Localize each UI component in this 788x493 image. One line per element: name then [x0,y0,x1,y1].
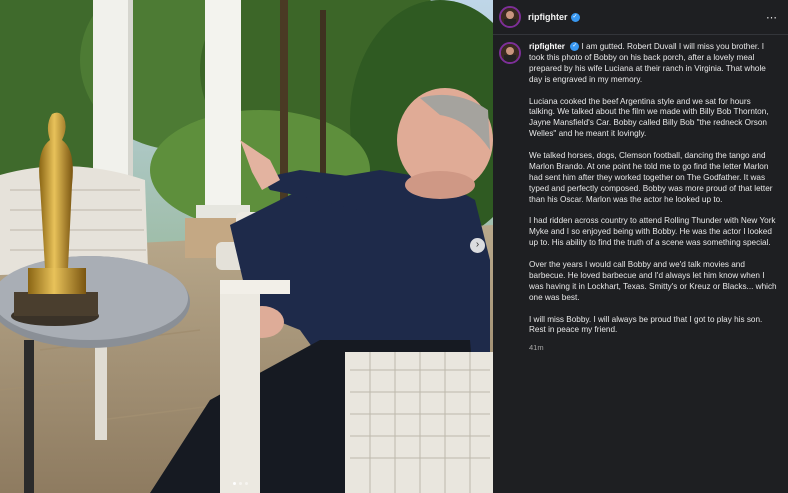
username-link[interactable]: ripfighter [528,12,568,22]
caption-paragraph: I had ridden across country to attend Ro… [529,216,776,248]
carousel-dots [233,482,248,485]
avatar-image [501,44,519,62]
post-photo[interactable]: › [0,0,493,493]
caption-username[interactable]: ripfighter [529,42,565,51]
caption-paragraph: I will miss Bobby. I will always be prou… [529,314,763,335]
avatar[interactable] [499,6,521,28]
verified-badge-icon: ✓ [570,12,580,22]
carousel-dot [239,482,242,485]
caption-paragraph: Over the years I would call Bobby and we… [529,260,777,302]
caption-block: ripfighter ✓ I am gutted. Robert Duvall … [499,42,778,354]
caption-text: ripfighter ✓ I am gutted. Robert Duvall … [529,42,778,354]
photo-illustration [0,0,493,493]
caption-avatar[interactable] [499,42,521,64]
chevron-right-icon: › [475,239,480,250]
post-side-panel: ripfighter ✓ ⋯ ripfighter ✓ I am gutted.… [493,0,788,493]
avatar-image [501,8,519,26]
post-header: ripfighter ✓ ⋯ [493,0,788,35]
post-timestamp[interactable]: 41m [529,343,778,354]
verified-badge-icon: ✓ [570,42,580,52]
caption-paragraph-text: I am gutted. Robert Duvall I will miss y… [529,42,766,84]
next-photo-button[interactable]: › [470,238,485,253]
caption-paragraph: Luciana cooked the beef Argentina style … [529,96,769,139]
more-options-icon[interactable]: ⋯ [766,11,778,24]
carousel-dot [245,482,248,485]
post-viewer: › ripfighter ✓ ⋯ ripfighter ✓ I am gutte… [0,0,788,493]
caption-paragraph: We talked horses, dogs, Clemson football… [529,151,773,204]
carousel-dot [233,482,236,485]
caption-paragraph: ripfighter ✓ I am gutted. Robert Duvall … [529,42,778,86]
